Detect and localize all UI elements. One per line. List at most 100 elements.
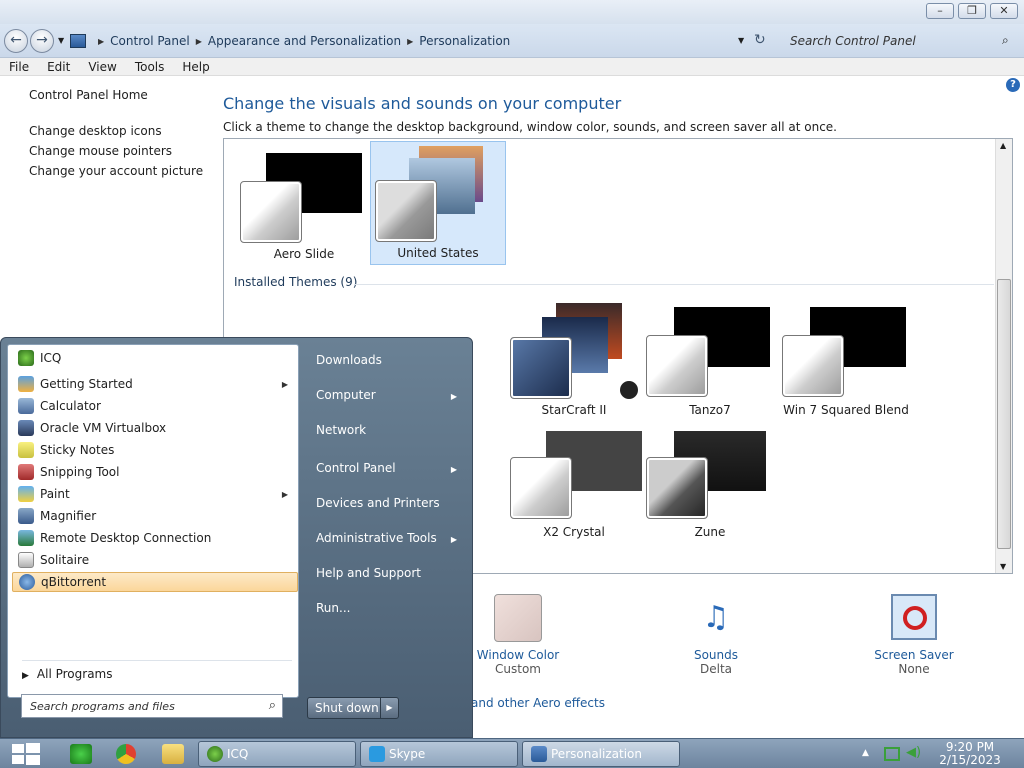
theme-aero-slide[interactable]: Aero Slide xyxy=(236,143,372,267)
sounds-option[interactable]: ♫ Sounds Delta xyxy=(666,594,766,676)
theme-label: United States xyxy=(397,246,479,260)
theme-starcraft-ii[interactable]: StarCraft II xyxy=(506,303,642,427)
screen-saver-icon xyxy=(891,594,937,640)
taskbar-label: ICQ xyxy=(227,747,249,761)
refresh-icon[interactable]: ↻ xyxy=(754,32,766,48)
place-label: Administrative Tools xyxy=(316,531,437,545)
change-desktop-icons-link[interactable]: Change desktop icons xyxy=(29,124,162,138)
theme-label: Tanzo7 xyxy=(689,403,731,417)
theme-united-states[interactable]: United States xyxy=(370,141,506,265)
start-search-input[interactable]: Search programs and files ⌕ xyxy=(21,694,283,718)
place-downloads[interactable]: Downloads xyxy=(307,346,467,376)
snipping-tool-icon xyxy=(18,464,34,480)
start-button[interactable] xyxy=(8,742,44,766)
taskbar-icq[interactable]: ICQ xyxy=(198,741,356,767)
scroll-thumb[interactable] xyxy=(997,279,1011,549)
program-remote-desktop[interactable]: Remote Desktop Connection xyxy=(12,528,298,548)
show-hidden-icons-icon[interactable]: ▲ xyxy=(862,748,869,758)
program-snipping-tool[interactable]: Snipping Tool xyxy=(12,462,298,482)
explorer-pinned-icon[interactable] xyxy=(162,744,184,764)
window-color-value: Custom xyxy=(495,662,541,676)
remote-desktop-icon xyxy=(18,530,34,546)
taskbar-personalization[interactable]: Personalization xyxy=(522,741,680,767)
program-getting-started[interactable]: Getting Started ▶ xyxy=(12,374,298,394)
taskbar-label: Skype xyxy=(389,747,426,761)
network-icon[interactable] xyxy=(884,747,900,761)
program-virtualbox[interactable]: Oracle VM Virtualbox xyxy=(12,418,298,438)
window-color-title: Window Color xyxy=(476,648,560,662)
place-admin-tools[interactable]: Administrative Tools ▶ xyxy=(307,524,467,554)
minimize-button[interactable]: – xyxy=(926,3,954,19)
theme-win7-squared-blend[interactable]: Win 7 Squared Blend xyxy=(778,303,914,427)
program-label: Snipping Tool xyxy=(40,465,120,479)
program-sticky-notes[interactable]: Sticky Notes xyxy=(12,440,298,460)
magnifier-icon xyxy=(18,508,34,524)
sticky-notes-icon xyxy=(18,442,34,458)
breadcrumb[interactable]: ▶ Control Panel ▶ Appearance and Persona… xyxy=(70,29,750,53)
window-color-icon xyxy=(494,594,542,642)
theme-zune[interactable]: Zune xyxy=(642,427,778,551)
help-icon[interactable]: ? xyxy=(1006,78,1020,92)
search-input[interactable]: Search Control Panel xyxy=(782,29,1022,53)
place-computer[interactable]: Computer ▶ xyxy=(307,381,467,411)
program-solitaire[interactable]: Solitaire xyxy=(12,550,298,570)
menu-view[interactable]: View xyxy=(79,60,125,74)
program-magnifier[interactable]: Magnifier xyxy=(12,506,298,526)
search-icon[interactable]: ⌕ xyxy=(269,698,276,713)
program-label: ICQ xyxy=(40,351,62,365)
breadcrumb-item[interactable]: Control Panel xyxy=(110,34,190,48)
theme-list-scrollbar[interactable]: ▲ ▼ xyxy=(995,139,1012,573)
program-paint[interactable]: Paint ▶ xyxy=(12,484,298,504)
program-label: Remote Desktop Connection xyxy=(40,531,212,545)
shutdown-options-icon[interactable]: ▶ xyxy=(380,698,398,718)
program-label: Sticky Notes xyxy=(40,443,115,457)
change-account-picture-link[interactable]: Change your account picture xyxy=(29,164,203,178)
program-icq[interactable]: ICQ xyxy=(12,348,298,368)
address-dropdown-icon[interactable]: ▼ xyxy=(738,36,744,45)
address-bar: ← → ▼ ▶ Control Panel ▶ Appearance and P… xyxy=(0,24,1024,58)
menu-edit[interactable]: Edit xyxy=(38,60,79,74)
menu-file[interactable]: File xyxy=(0,60,38,74)
submenu-arrow-icon: ▶ xyxy=(281,489,288,499)
breadcrumb-item[interactable]: Personalization xyxy=(419,34,510,48)
program-calculator[interactable]: Calculator xyxy=(12,396,298,416)
search-icon[interactable]: ⌕ xyxy=(1002,33,1009,48)
theme-x2-crystal[interactable]: X2 Crystal xyxy=(506,427,642,551)
place-run[interactable]: Run... xyxy=(307,594,467,624)
program-qbittorrent[interactable]: qBittorrent xyxy=(12,572,298,592)
screen-saver-option[interactable]: Screen Saver None xyxy=(862,594,966,676)
program-label: Getting Started xyxy=(40,377,133,391)
change-mouse-pointers-link[interactable]: Change mouse pointers xyxy=(29,144,172,158)
scroll-down-icon[interactable]: ▼ xyxy=(1000,562,1006,571)
close-button[interactable]: ✕ xyxy=(990,3,1018,19)
scroll-up-icon[interactable]: ▲ xyxy=(1000,141,1006,150)
menu-tools[interactable]: Tools xyxy=(126,60,174,74)
breadcrumb-item[interactable]: Appearance and Personalization xyxy=(208,34,401,48)
chrome-pinned-icon[interactable] xyxy=(116,744,136,764)
starcraft-sound-icon xyxy=(620,381,638,399)
place-network[interactable]: Network xyxy=(307,416,467,446)
title-bar: – ❐ ✕ xyxy=(0,0,1024,24)
restore-button[interactable]: ❐ xyxy=(958,3,986,19)
chat-app-pinned-icon[interactable] xyxy=(70,744,92,764)
clock-date: 2/15/2023 xyxy=(939,753,1001,767)
forward-button[interactable]: → xyxy=(30,29,54,53)
place-control-panel[interactable]: Control Panel ▶ xyxy=(307,454,467,484)
volume-icon[interactable]: ◀) xyxy=(906,745,921,760)
place-help-support[interactable]: Help and Support xyxy=(307,559,467,589)
all-programs-button[interactable]: ▶ All Programs xyxy=(22,667,113,681)
place-label: Computer xyxy=(316,388,376,402)
aero-effects-link[interactable]: and other Aero effects xyxy=(471,696,605,710)
clock[interactable]: 9:20 PM 2/15/2023 xyxy=(928,741,1012,767)
menu-help[interactable]: Help xyxy=(173,60,218,74)
taskbar-skype[interactable]: Skype xyxy=(360,741,518,767)
place-devices-printers[interactable]: Devices and Printers xyxy=(307,489,467,519)
theme-tanzo7[interactable]: Tanzo7 xyxy=(642,303,778,427)
theme-label: Zune xyxy=(694,525,726,539)
shutdown-button[interactable]: Shut down ▶ xyxy=(307,697,399,719)
recent-pages-icon[interactable]: ▼ xyxy=(58,36,64,45)
control-panel-home-link[interactable]: Control Panel Home xyxy=(29,88,148,102)
start-menu-programs: ICQ Getting Started ▶ Calculator Oracle V… xyxy=(7,344,299,698)
window-color-option[interactable]: Window Color Custom xyxy=(468,594,568,676)
back-button[interactable]: ← xyxy=(4,29,28,53)
